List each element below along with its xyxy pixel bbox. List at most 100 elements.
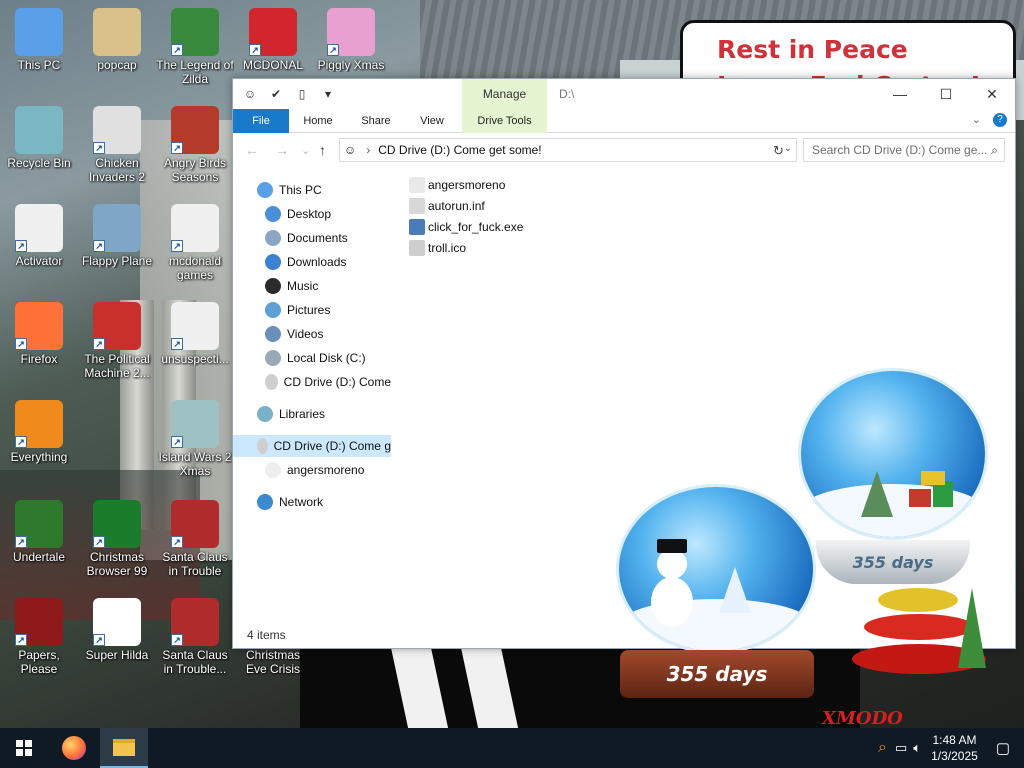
- desktop-icon[interactable]: ↗ MCDONAL: [234, 8, 312, 72]
- forward-arrow-icon[interactable]: →: [275, 142, 289, 158]
- notifications-icon[interactable]: ▢: [996, 739, 1010, 757]
- desktop-icon[interactable]: Recycle Bin: [0, 106, 78, 170]
- desktop-icon[interactable]: ↗ Christmas Browser 99: [78, 500, 156, 578]
- file-icon: [409, 177, 425, 193]
- file-item[interactable]: angersmoreno: [409, 175, 505, 195]
- taskbar-file-explorer[interactable]: [100, 728, 148, 768]
- ribbon-controls: ⌄ ?: [972, 113, 1007, 127]
- up-arrow-icon[interactable]: ↑: [319, 142, 326, 158]
- desktop-icon[interactable]: ↗ Santa Claus in Trouble... A...: [156, 598, 234, 678]
- start-button[interactable]: [0, 728, 48, 768]
- blank-file-icon: ↗: [171, 302, 219, 350]
- expand-ribbon-icon[interactable]: ⌄: [972, 113, 981, 127]
- desktop-icon-label: Papers, Please: [18, 648, 60, 676]
- recent-locations-icon[interactable]: ⌄: [301, 144, 310, 157]
- political-icon: ↗: [93, 302, 141, 350]
- desktop-icon[interactable]: ↗ Undertale: [0, 500, 78, 564]
- nav-item[interactable]: This PC: [257, 179, 391, 201]
- shortcut-arrow-icon: ↗: [15, 436, 27, 448]
- desktop-icon-label: popcap: [97, 58, 137, 72]
- volume-muted-icon[interactable]: 🔈︎: [913, 740, 921, 756]
- desktop-icon[interactable]: ↗ Angry Birds Seasons: [156, 106, 234, 184]
- file-name: angersmoreno: [428, 178, 506, 192]
- nav-item[interactable]: Network: [257, 491, 391, 513]
- nav-item-label: Desktop: [287, 207, 332, 221]
- settings-file-icon: [409, 198, 425, 214]
- desktop-icon[interactable]: ↗ Island Wars 2 Xmas: [156, 400, 234, 478]
- desktop-icon[interactable]: ↗ Chicken Invaders 2: [78, 106, 156, 184]
- tab-drive-tools[interactable]: Drive Tools: [462, 109, 547, 133]
- chevron-right-icon: ›: [366, 143, 371, 157]
- desktop-icon[interactable]: ↗ Flappy Plane: [78, 204, 156, 268]
- file-item[interactable]: click_for_fuck.exe: [409, 217, 523, 237]
- nav-item[interactable]: Documents: [265, 227, 391, 249]
- nav-item-label: Downloads: [287, 255, 347, 269]
- file-item[interactable]: troll.ico: [409, 238, 466, 258]
- desktop-icon[interactable]: ↗ The Legend of Zilda: [156, 8, 234, 86]
- desktop-icon[interactable]: ↗ Papers, Please: [0, 598, 78, 676]
- desktop-icon[interactable]: ↗ Super Hilda: [78, 598, 156, 662]
- desktop-icon[interactable]: ↗ Activator: [0, 204, 78, 268]
- desktop-icon-label: Piggly Xmas: [317, 58, 385, 72]
- nav-item[interactable]: angersmoreno: [265, 459, 391, 481]
- desktop-icon[interactable]: popcap: [78, 8, 156, 72]
- nav-item[interactable]: CD Drive (D:) Come: [265, 371, 391, 393]
- magnifier-icon: ↗: [15, 400, 63, 448]
- santa-icon: ↗: [171, 500, 219, 548]
- desktop-icon[interactable]: This PC: [0, 8, 78, 72]
- nav-item[interactable]: Music: [265, 275, 391, 297]
- days-counter: 355 days: [852, 552, 934, 572]
- desktop-icon[interactable]: ↗ Firefox: [0, 302, 78, 366]
- globe-tree: [861, 471, 893, 517]
- desktop-icon[interactable]: ↗ unsuspecti...: [156, 302, 234, 366]
- folder-icon: [113, 738, 135, 756]
- tab-home[interactable]: Home: [295, 109, 341, 133]
- troll-face-icon: [409, 240, 425, 256]
- refresh-icon[interactable]: ↻: [773, 143, 784, 159]
- libraries-icon: [257, 406, 273, 422]
- manage-tab[interactable]: Manage: [462, 79, 547, 109]
- taskbar-firefox[interactable]: [50, 728, 98, 768]
- disk-icon: [265, 350, 281, 366]
- tab-file[interactable]: File: [233, 109, 289, 133]
- nav-item-label: CD Drive (D:) Come g: [273, 439, 391, 453]
- blank-file-icon: ↗: [15, 204, 63, 252]
- nav-item[interactable]: Downloads: [265, 251, 391, 273]
- exe-icon: [409, 219, 425, 235]
- new-folder-icon[interactable]: ▯: [293, 85, 311, 103]
- nav-item[interactable]: Libraries: [257, 403, 391, 425]
- desktop-icon-label: Christmas Eve Crisis: [245, 648, 300, 676]
- nav-item[interactable]: Videos: [265, 323, 391, 345]
- help-icon[interactable]: ?: [993, 113, 1007, 127]
- network-icon[interactable]: ▭: [895, 740, 907, 756]
- desktop-icon[interactable]: ↗ mcdonald games: [156, 204, 234, 282]
- clock[interactable]: 1:48 AM 1/3/2025: [931, 732, 978, 764]
- everything-search-icon[interactable]: ⌕: [878, 739, 887, 757]
- file-item[interactable]: autorun.inf: [409, 196, 485, 216]
- customize-toolbar-icon[interactable]: ▾: [319, 85, 337, 103]
- maximize-button[interactable]: ☐: [923, 79, 969, 109]
- title-bar[interactable]: ☺ ✔ ▯ ▾ Manage D:\ — ☐ ✕: [233, 79, 1015, 109]
- nav-item[interactable]: Pictures: [265, 299, 391, 321]
- tab-share[interactable]: Share: [353, 109, 399, 133]
- desktop-icon[interactable]: ↗ Piggly Xmas: [312, 8, 390, 72]
- taskbar: ⌕ ▭ 🔈︎ 1:48 AM 1/3/2025 ▢: [0, 728, 1024, 768]
- search-input[interactable]: Search CD Drive (D:) Come ge... ⌕: [803, 138, 1005, 162]
- close-button[interactable]: ✕: [969, 79, 1015, 109]
- address-field[interactable]: ☺ › CD Drive (D:) Come get some! ⌄: [339, 138, 797, 162]
- minimize-button[interactable]: —: [877, 79, 923, 109]
- chevron-down-icon[interactable]: ⌄: [784, 143, 792, 154]
- properties-icon[interactable]: ✔: [267, 85, 285, 103]
- nav-item-label: This PC: [279, 183, 322, 197]
- desktop-icon[interactable]: ↗ The Political Machine 2...: [78, 302, 156, 380]
- desktop-icon[interactable]: ↗ Everything: [0, 400, 78, 464]
- folder-icon: [93, 8, 141, 56]
- tab-view[interactable]: View: [409, 109, 455, 133]
- nav-item[interactable]: Local Disk (C:): [265, 347, 391, 369]
- shortcut-arrow-icon: ↗: [171, 338, 183, 350]
- videos-icon: [265, 326, 281, 342]
- nav-item[interactable]: CD Drive (D:) Come g: [233, 435, 391, 457]
- back-arrow-icon[interactable]: ←: [245, 142, 259, 158]
- desktop-icon[interactable]: ↗ Santa Claus in Trouble: [156, 500, 234, 578]
- nav-item[interactable]: Desktop: [265, 203, 391, 225]
